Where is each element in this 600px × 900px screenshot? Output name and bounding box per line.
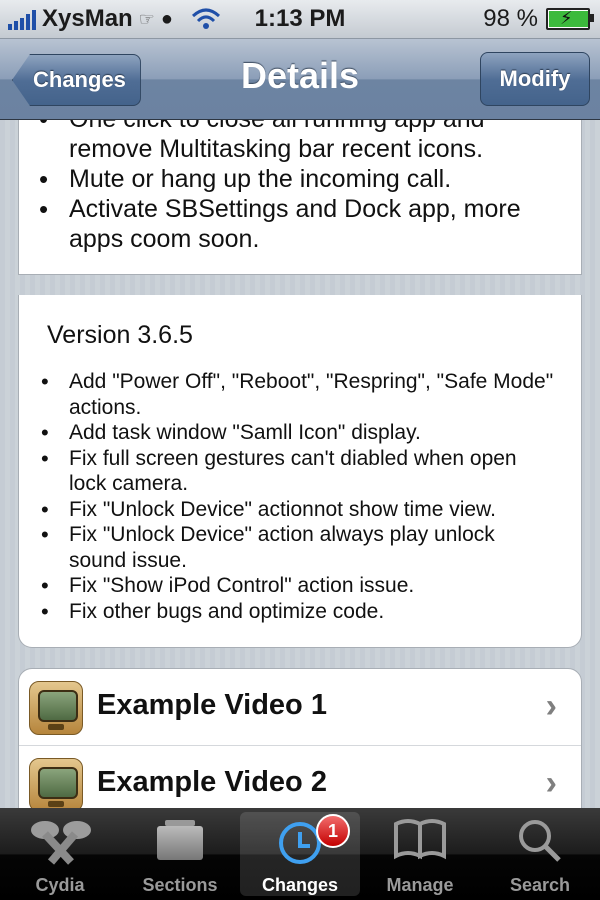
version-title: Version 3.6.5 (47, 321, 193, 349)
note-item: Add task window "Samll Icon" display. (41, 420, 581, 446)
tab-label: Cydia (35, 875, 85, 895)
tab-sections[interactable]: Sections (120, 808, 240, 900)
book-icon (360, 816, 480, 866)
list-item-video-2[interactable]: Example Video 2 › (19, 746, 581, 808)
note-item: Fix "Show iPod Control" action issue. (41, 573, 581, 599)
tab-label: Search (509, 875, 571, 895)
feature-card: One click to close all running app and r… (18, 120, 582, 275)
feature-list: One click to close all running app and r… (19, 120, 581, 254)
battery-percent: 98 % (483, 5, 538, 32)
video-list: Example Video 1 › Example Video 2 › (18, 668, 582, 808)
charging-icon: ⚡ (560, 8, 573, 28)
tab-manage[interactable]: Manage (360, 808, 480, 900)
note-item: Fix "Unlock Device" action always play u… (41, 522, 581, 573)
details-content[interactable]: One click to close all running app and r… (0, 120, 600, 808)
status-bar: XysMan ☞ ● 1:13 PM 98 % ⚡ (0, 0, 600, 39)
sections-icon (120, 816, 240, 866)
note-item: Fix full screen gestures can't diabled w… (41, 446, 581, 497)
version-notes: Add "Power Off", "Reboot", "Respring", "… (19, 369, 581, 624)
status-right: 98 % ⚡ (483, 5, 594, 33)
tab-changes[interactable]: 1 Changes (240, 812, 360, 896)
video-icon (29, 758, 83, 808)
video-icon (29, 681, 83, 735)
notification-badge: 1 (316, 814, 350, 848)
tab-label: Changes (261, 875, 339, 895)
battery-icon: ⚡ (546, 8, 594, 30)
chevron-right-icon: › (545, 687, 557, 725)
version-card: Version 3.6.5 Add "Power Off", "Reboot",… (18, 295, 582, 648)
tab-label: Manage (386, 875, 454, 895)
search-icon (480, 816, 600, 866)
note-item: Fix other bugs and optimize code. (41, 599, 581, 625)
feature-item: Mute or hang up the incoming call. (39, 164, 581, 194)
note-item: Add "Power Off", "Reboot", "Respring", "… (41, 369, 581, 420)
list-item-label: Example Video 1 (97, 689, 327, 721)
feature-item: Activate SBSettings and Dock app, more a… (39, 194, 581, 254)
list-item-label: Example Video 2 (97, 766, 327, 798)
tab-label: Sections (142, 875, 218, 895)
list-item-video-1[interactable]: Example Video 1 › (19, 669, 581, 746)
tab-cydia[interactable]: Cydia (0, 808, 120, 900)
feature-item: One click to close all running app and r… (39, 120, 581, 164)
tab-bar: Cydia Sections 1 Changes Manage Search (0, 808, 600, 900)
tab-search[interactable]: Search (480, 808, 600, 900)
modify-button[interactable]: Modify (480, 52, 590, 106)
cydia-icon (0, 816, 120, 866)
chevron-right-icon: › (545, 764, 557, 802)
note-item: Fix "Unlock Device" actionnot show time … (41, 497, 581, 523)
navigation-bar: Changes Details Modify (0, 39, 600, 120)
